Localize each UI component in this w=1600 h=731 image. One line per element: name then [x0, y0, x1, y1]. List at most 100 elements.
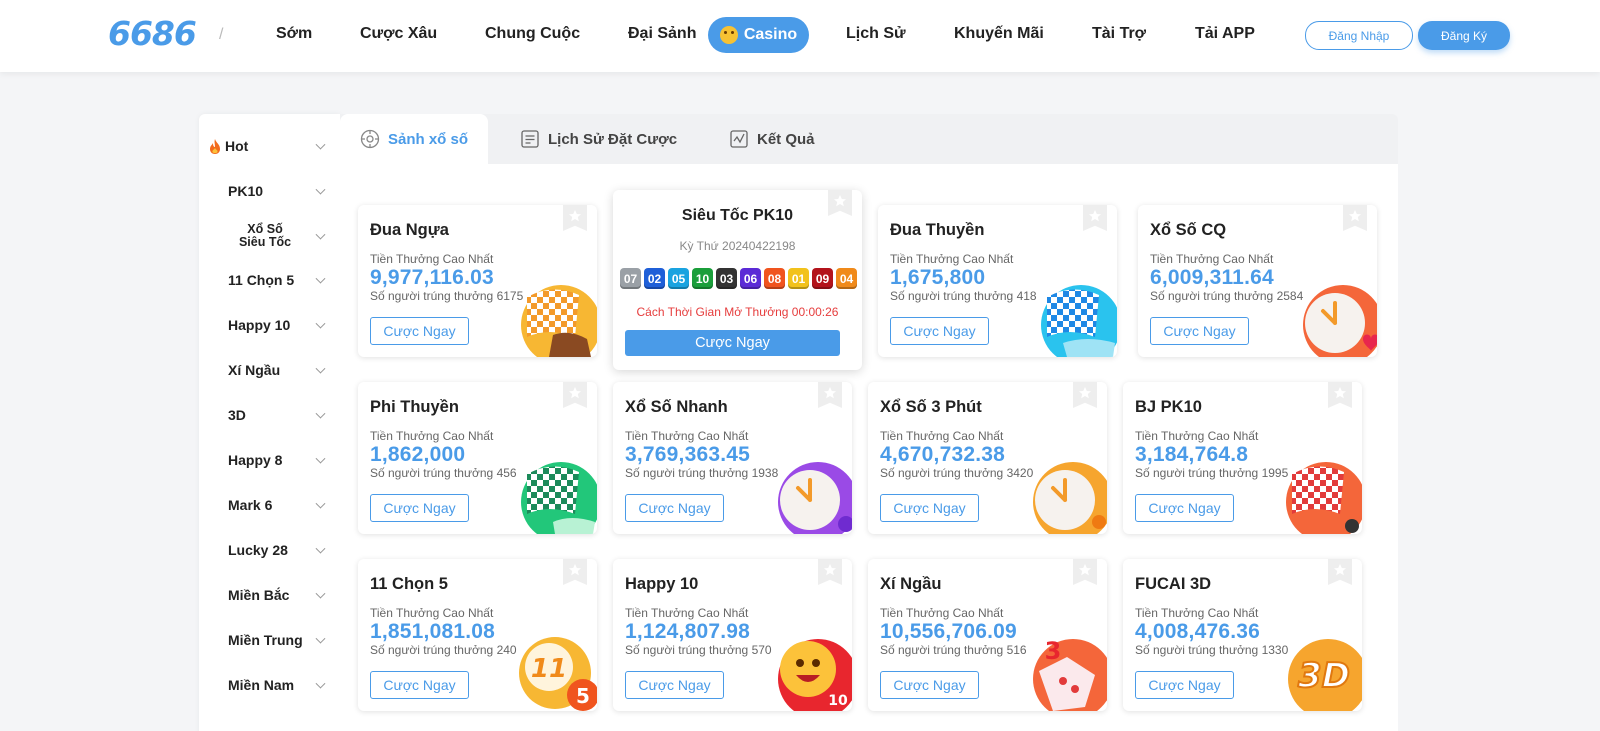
featured-period: Kỳ Thứ 20240422198: [679, 239, 796, 253]
bet-now-button[interactable]: Cược Ngay: [370, 494, 469, 522]
sidebar-item-xo-so-sieu-toc[interactable]: Xổ Số Siêu Tốc: [199, 218, 340, 254]
sidebar-item-3d[interactable]: 3D: [199, 397, 340, 433]
results-chart-icon: [730, 130, 748, 148]
boat-flag-icon: [1041, 285, 1117, 357]
sidebar-item-mark-6[interactable]: Mark 6: [199, 487, 340, 523]
draw-countdown: Cách Thời Gian Mở Thưởng 00:00:26: [636, 305, 839, 319]
dice-icon: 3: [1033, 637, 1107, 711]
bet-now-button[interactable]: Cược Ngay: [625, 671, 724, 699]
tab-sanh-xo-so[interactable]: Sảnh xổ số: [340, 114, 489, 164]
logo-divider: /: [219, 26, 224, 43]
result-ball: 03: [716, 268, 737, 289]
lottery-card: Phi Thuyền Tiền Thưởng Cao Nhất 1,862,00…: [358, 382, 597, 534]
winners-count: Số người trúng thưởng 6175: [370, 289, 524, 303]
prize-label: Tiền Thưởng Cao Nhất: [370, 429, 494, 443]
clock-purple-icon: [778, 462, 852, 534]
bookmark-icon[interactable]: [1328, 559, 1352, 585]
bet-now-button[interactable]: Cược Ngay: [1135, 671, 1234, 699]
bet-now-button[interactable]: Cược Ngay: [370, 671, 469, 699]
chevron-down-icon: [315, 498, 326, 509]
nav-tai-app[interactable]: Tải APP: [1195, 25, 1255, 43]
sidebar-item-11-chon-5[interactable]: 11 Chọn 5: [199, 262, 340, 298]
bet-now-button[interactable]: Cược Ngay: [370, 317, 469, 345]
prize-amount: 4,008,476.36: [1135, 620, 1261, 643]
sidebar-item-label: Hot: [225, 138, 249, 154]
chevron-down-icon: [315, 588, 326, 599]
lottery-card: Xổ Số 3 Phút Tiền Thưởng Cao Nhất 4,670,…: [868, 382, 1107, 534]
winners-count: Số người trúng thưởng 2584: [1150, 289, 1304, 303]
bookmark-icon[interactable]: [563, 205, 587, 231]
sidebar-item-mien-nam[interactable]: Miền Nam: [199, 667, 340, 703]
bookmark-icon[interactable]: [818, 382, 842, 408]
prize-label: Tiền Thưởng Cao Nhất: [625, 429, 749, 443]
register-button[interactable]: Đăng Ký: [1418, 21, 1510, 50]
chevron-down-icon: [315, 408, 326, 419]
login-button[interactable]: Đăng Nhập: [1305, 21, 1413, 50]
winners-count: Số người trúng thưởng 570: [625, 643, 772, 657]
prize-amount: 9,977,116.03: [370, 266, 494, 289]
result-ball: 06: [740, 268, 761, 289]
sidebar-item-mien-trung[interactable]: Miền Trung: [199, 622, 340, 658]
bet-now-button[interactable]: Cược Ngay: [880, 671, 979, 699]
clock-heart-icon: [1303, 285, 1377, 357]
sidebar-item-hot[interactable]: Hot: [199, 128, 340, 164]
bookmark-icon[interactable]: [1083, 205, 1107, 231]
bookmark-icon[interactable]: [563, 559, 587, 585]
prize-amount: 1,851,081.08: [370, 620, 496, 643]
tab-ket-qua[interactable]: Kết Quả: [729, 114, 815, 164]
nav-dai-sanh[interactable]: Đại Sảnh: [628, 25, 696, 43]
result-ball: 05: [668, 268, 689, 289]
nav-khuyen-mai[interactable]: Khuyến Mãi: [954, 25, 1044, 43]
sidebar-item-happy-10[interactable]: Happy 10: [199, 307, 340, 343]
card-title: Xổ Số 3 Phút: [880, 398, 982, 416]
bookmark-icon[interactable]: [1073, 559, 1097, 585]
bet-now-button[interactable]: Cược Ngay: [625, 494, 724, 522]
winners-count: Số người trúng thưởng 1938: [625, 466, 779, 480]
bet-now-button[interactable]: Cược Ngay: [880, 494, 979, 522]
nav-som[interactable]: Sớm: [276, 25, 312, 43]
result-ball: 08: [764, 268, 785, 289]
nav-tai-tro[interactable]: Tài Trợ: [1092, 25, 1146, 43]
sidebar-item-label: 3D: [228, 407, 246, 423]
bookmark-icon[interactable]: [563, 382, 587, 408]
sidebar-item-lucky-28[interactable]: Lucky 28: [199, 532, 340, 568]
nav-cuoc-xau[interactable]: Cược Xâu: [360, 25, 437, 43]
prize-label: Tiền Thưởng Cao Nhất: [625, 606, 749, 620]
nav-lich-su[interactable]: Lịch Sử: [846, 25, 906, 43]
lottery-tabs: Sảnh xổ số Lịch Sử Đặt Cược Kết Quả: [340, 114, 1398, 164]
chevron-down-icon: [315, 678, 326, 689]
sidebar-item-label: PK10: [228, 183, 264, 199]
lottery-card: Xổ Số CQ Tiền Thưởng Cao Nhất 6,009,311.…: [1138, 205, 1377, 357]
nav-chung-cuoc[interactable]: Chung Cuộc: [485, 25, 580, 43]
bookmark-icon[interactable]: [1328, 382, 1352, 408]
chevron-down-icon: [315, 363, 326, 374]
result-ball: 02: [644, 268, 665, 289]
bet-now-button[interactable]: Cược Ngay: [1150, 317, 1249, 345]
bet-now-button[interactable]: Cược Ngay: [1135, 494, 1234, 522]
sidebar-item-xi-ngau[interactable]: Xí Ngầu: [199, 352, 340, 388]
bookmark-icon[interactable]: [818, 559, 842, 585]
sidebar-item-mien-bac[interactable]: Miền Bắc: [199, 577, 340, 613]
result-ball: 01: [788, 268, 809, 289]
result-ball: 10: [692, 268, 713, 289]
svg-text:10: 10: [828, 693, 848, 709]
bet-history-icon: [521, 130, 539, 148]
tab-label: Kết Quả: [757, 130, 815, 148]
nav-casino[interactable]: Casino: [708, 17, 809, 53]
svg-text:3: 3: [1045, 637, 1062, 665]
sidebar-item-pk10[interactable]: PK10: [199, 173, 340, 209]
card-title: Happy 10: [625, 575, 699, 593]
draw-result-balls: 07 02 05 10 03 06 08 01 09 04: [620, 268, 857, 289]
result-ball: 04: [836, 268, 857, 289]
bet-now-button[interactable]: Cược Ngay: [890, 317, 989, 345]
featured-bet-button[interactable]: Cược Ngay: [625, 330, 840, 356]
result-ball: 07: [620, 268, 641, 289]
bookmark-icon[interactable]: [1343, 205, 1367, 231]
bookmark-icon[interactable]: [1073, 382, 1097, 408]
tab-lich-su-dat-cuoc[interactable]: Lịch Sử Đặt Cược: [520, 114, 677, 164]
site-logo[interactable]: 6686: [108, 14, 197, 53]
chevron-down-icon: [315, 543, 326, 554]
winners-count: Số người trúng thưởng 418: [890, 289, 1037, 303]
card-title: Xổ Số CQ: [1150, 221, 1227, 239]
sidebar-item-happy-8[interactable]: Happy 8: [199, 442, 340, 478]
